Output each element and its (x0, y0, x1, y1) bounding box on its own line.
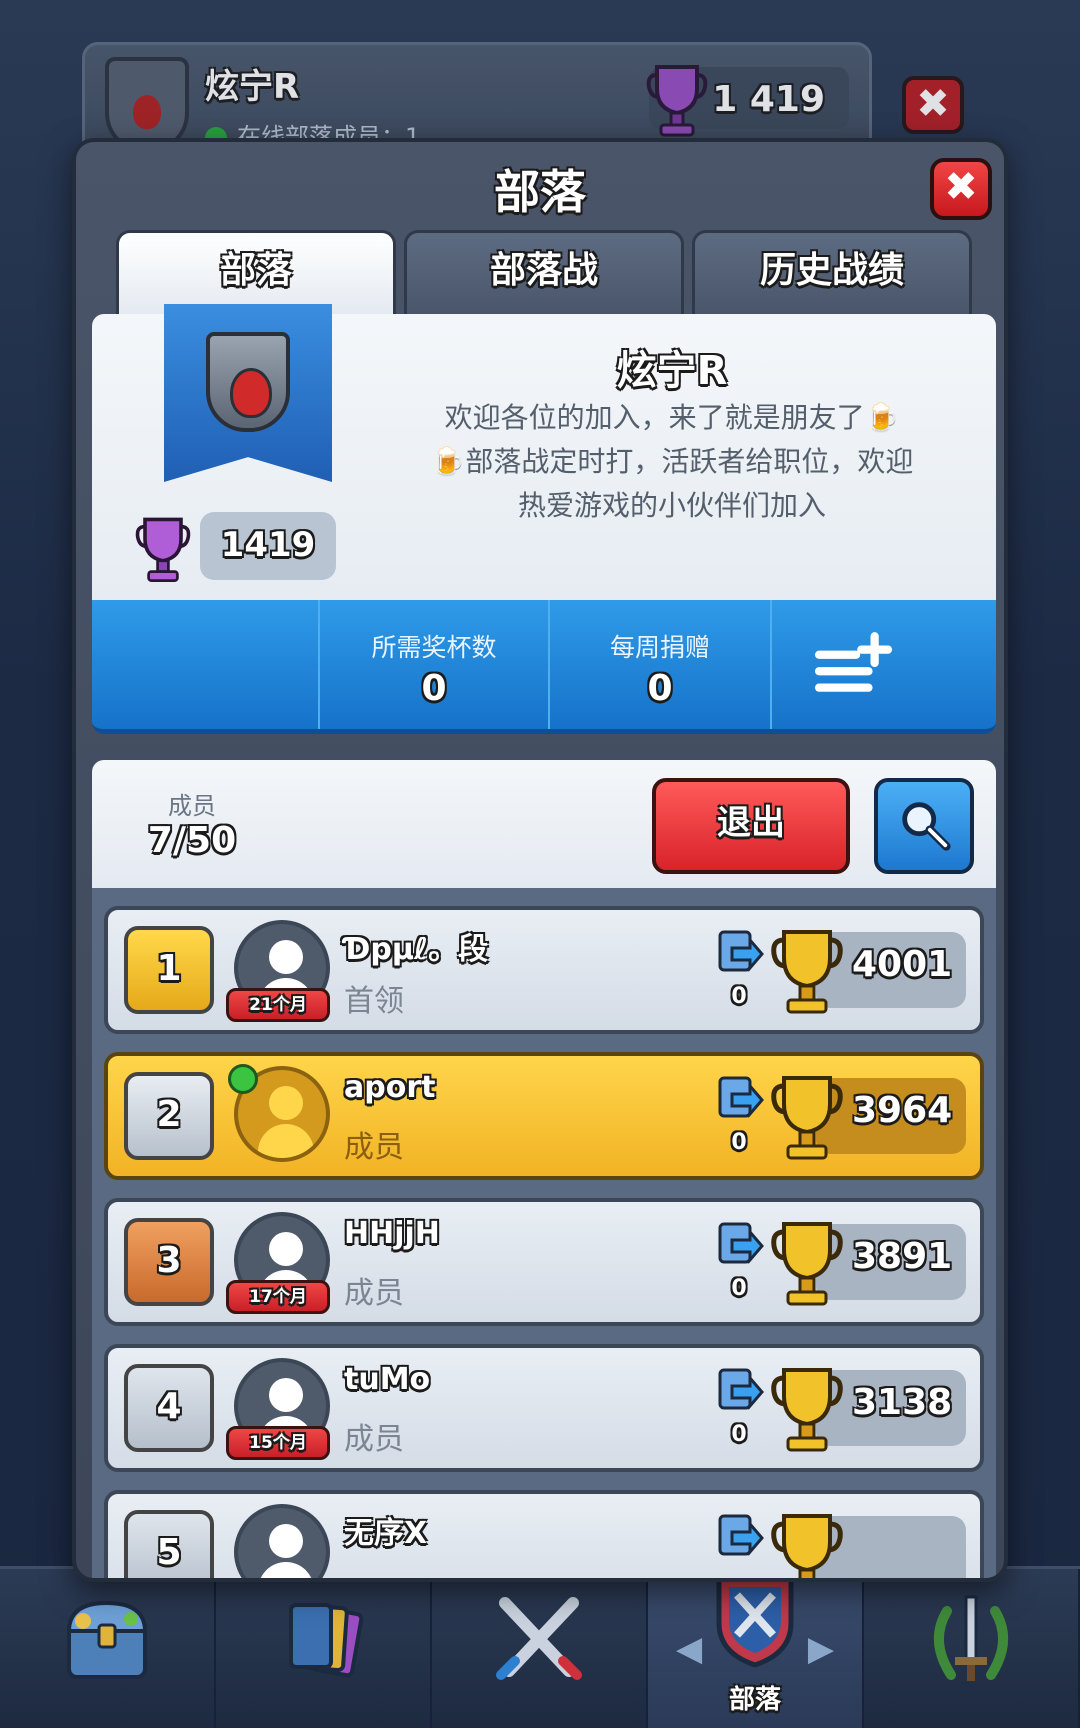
nav-left-arrow-icon[interactable]: ◀ (676, 1629, 702, 1669)
member-trophies: 3138 (852, 1382, 953, 1423)
donation-card-icon (718, 1368, 764, 1411)
list-add-icon (814, 632, 893, 692)
tab-bar: 部落 部落战 历史战绩 (116, 230, 972, 314)
required-trophies-label: 所需奖杯数 (371, 633, 497, 662)
member-row[interactable]: 1 21个月 Ɗpµℓ。段 首领 0 4001 (104, 906, 984, 1034)
member-row[interactable]: 4 15个月 tuMo 成员 0 3138 (104, 1344, 984, 1472)
treasure-chest-icon (66, 1600, 148, 1679)
clan-trophy-count: 1419 (200, 512, 336, 580)
member-trophies: 4001 (852, 944, 953, 985)
member-donations: 0 (731, 1130, 747, 1155)
member-name: 无序X (344, 1516, 428, 1551)
donation-card-icon (718, 1222, 764, 1265)
member-rank: 4 (124, 1364, 214, 1452)
tab-clan-war[interactable]: 部落战 (404, 230, 684, 314)
background-clan-name: 炫宁R (205, 67, 300, 107)
clan-description: 欢迎各位的加入，来了就是朋友了🍺 🍺部落战定时打，活跃者给职位，欢迎 热爱游戏的… (372, 396, 972, 528)
crossed-swords-icon (496, 1597, 582, 1680)
gold-trophy-icon (771, 1076, 843, 1160)
nav-cards[interactable] (216, 1569, 432, 1728)
donation-card-icon (718, 1076, 764, 1119)
member-role: 成员 (344, 1130, 404, 1165)
clan-badge-flame-icon (206, 332, 290, 432)
background-close-button: ✖ (902, 76, 964, 134)
member-rank: 5 (124, 1510, 214, 1578)
cards-icon (289, 1603, 364, 1678)
required-trophies-value: 0 (421, 668, 447, 709)
clan-info-panel: 1419 炫宁R 欢迎各位的加入，来了就是朋友了🍺 🍺部落战定时打，活跃者给职位… (92, 304, 996, 600)
nav-shop[interactable] (0, 1569, 216, 1728)
member-rank: 3 (124, 1218, 214, 1306)
purple-trophy-icon (135, 517, 191, 582)
gold-trophy-icon (771, 1368, 843, 1452)
search-icon (902, 802, 951, 851)
modal-title: 部落 (494, 165, 586, 219)
required-trophies-stat: 所需奖杯数 0 (320, 600, 550, 729)
purple-trophy-icon (646, 65, 708, 137)
gold-trophy-icon (771, 930, 843, 1014)
gold-trophy-icon (771, 1514, 843, 1578)
member-donations: 0 (731, 1422, 747, 1447)
tab-clan[interactable]: 部落 (116, 230, 396, 314)
donation-card-icon (718, 1514, 764, 1557)
online-indicator (228, 1064, 258, 1094)
clan-stats-bar: 所需奖杯数 0 每周捐赠 0 (92, 600, 996, 734)
clan-options-button[interactable] (772, 600, 996, 729)
member-name: HHjjH (344, 1216, 440, 1251)
clan-description-line: 🍺部落战定时打，活跃者给职位，欢迎 (430, 445, 914, 478)
member-rank: 2 (124, 1072, 214, 1160)
members-header: 成员 7/50 退出 (92, 760, 996, 888)
background-trophy-count: 1 419 (712, 79, 825, 120)
member-donations: 0 (731, 984, 747, 1009)
close-button[interactable]: ✖ (930, 158, 992, 220)
member-role: 成员 (344, 1276, 404, 1311)
nav-right-arrow-icon[interactable]: ▶ (808, 1629, 834, 1669)
members-list[interactable]: 1 21个月 Ɗpµℓ。段 首领 0 4001 2 aport 成员 0 396… (92, 888, 996, 1578)
donation-card-icon (718, 930, 764, 973)
members-count: 7/50 (147, 820, 237, 861)
gold-trophy-icon (771, 1222, 843, 1306)
member-role: 首领 (344, 984, 404, 1019)
nav-clan-label: 部落 (728, 1685, 781, 1715)
member-trophies: 3891 (852, 1236, 953, 1277)
clan-description-line: 热爱游戏的小伙伴们加入 (517, 489, 826, 522)
clan-shield-icon (716, 1576, 794, 1668)
weekly-donations-stat: 每周捐赠 0 (550, 600, 772, 729)
clan-name: 炫宁R (616, 348, 728, 394)
avatar (234, 1504, 330, 1578)
weekly-donations-label: 每周捐赠 (609, 633, 710, 662)
nav-events[interactable] (864, 1569, 1080, 1728)
clan-description-line: 欢迎各位的加入，来了就是朋友了🍺 (444, 401, 900, 434)
search-button[interactable] (874, 778, 974, 874)
weekly-donations-value: 0 (647, 668, 673, 709)
members-label: 成员 (168, 792, 216, 820)
tab-war-history[interactable]: 历史战绩 (692, 230, 972, 314)
member-name: Ɗpµℓ。段 (344, 932, 489, 967)
bottom-navigation: ◀ ▶ 部落 (0, 1566, 1080, 1728)
stats-empty-cell (92, 600, 320, 729)
nav-clan[interactable]: ◀ ▶ 部落 (648, 1569, 864, 1728)
member-tenure: 17个月 (226, 1280, 330, 1314)
laurel-sword-icon (933, 1595, 1009, 1681)
member-rank: 1 (124, 926, 214, 1014)
member-row[interactable]: 3 17个月 HHjjH 成员 0 3891 (104, 1198, 984, 1326)
member-tenure: 21个月 (226, 988, 330, 1022)
clan-banner (164, 304, 332, 482)
member-role: 成员 (344, 1422, 404, 1457)
clan-modal: 部落 ✖ 部落 部落战 历史战绩 1419 炫宁R 欢迎各位的加入，来了就是朋友… (72, 138, 1008, 1582)
member-trophies: 3964 (852, 1090, 953, 1131)
member-row[interactable]: 2 aport 成员 0 3964 (104, 1052, 984, 1180)
member-row[interactable]: 5 无序X (104, 1490, 984, 1578)
leave-button[interactable]: 退出 (652, 778, 850, 874)
member-name: tuMo (344, 1362, 431, 1397)
nav-battle[interactable] (432, 1569, 648, 1728)
member-name: aport (344, 1070, 436, 1105)
member-tenure: 15个月 (226, 1426, 330, 1460)
member-donations: 0 (731, 1276, 747, 1301)
